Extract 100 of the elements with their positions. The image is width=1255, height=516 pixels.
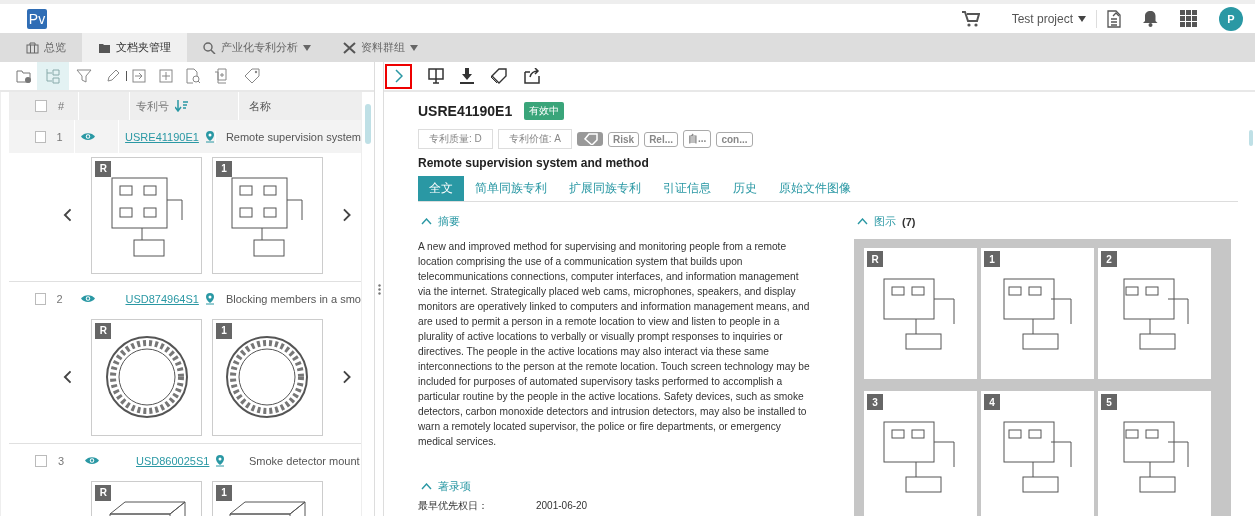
pen-icon[interactable] <box>105 68 121 84</box>
row-number: 1 <box>55 130 64 143</box>
share-icon[interactable] <box>524 68 541 84</box>
folder-icon[interactable] <box>98 41 111 54</box>
figure-card[interactable]: 1 <box>981 248 1094 379</box>
patent-number-link[interactable]: USD874964S1 <box>125 292 199 305</box>
row-number: 2 <box>55 292 64 305</box>
figure-card[interactable]: 2 <box>1098 248 1211 379</box>
chevron-right-icon[interactable] <box>342 370 351 384</box>
chevron-right-icon[interactable] <box>342 208 351 222</box>
patent-number-link[interactable]: USD860025S1 <box>136 454 210 467</box>
briefcase-icon[interactable] <box>26 41 39 54</box>
scrollbar-thumb[interactable] <box>1249 130 1253 146</box>
nav-tab[interactable]: 产业化专利分析 <box>187 33 327 62</box>
location-pin-icon[interactable] <box>204 292 215 305</box>
move-into-icon[interactable] <box>132 69 146 83</box>
tag-chip[interactable]: 自... <box>683 130 712 148</box>
location-pin-icon[interactable] <box>215 454 226 467</box>
document-compare-icon[interactable] <box>214 68 230 84</box>
nav-tab[interactable]: 总览 <box>10 33 82 62</box>
cart-icon[interactable] <box>961 10 980 27</box>
select-all-checkbox[interactable] <box>35 100 47 112</box>
patent-number-link[interactable]: USRE41190E1 <box>125 130 199 143</box>
caret-down-icon[interactable] <box>303 44 311 51</box>
thumbnail-card[interactable]: 1 <box>212 156 323 274</box>
filter-icon[interactable] <box>76 68 92 84</box>
search-icon[interactable] <box>203 41 216 54</box>
tag-chip[interactable]: con... <box>716 131 753 147</box>
row-checkbox[interactable] <box>35 454 47 467</box>
nav-tab[interactable]: 资料群组 <box>327 33 434 62</box>
eye-icon[interactable] <box>85 456 99 465</box>
detail-tab[interactable]: 全文 <box>418 176 464 201</box>
abstract-text: A new and improved method for supervising and monitoring people from a remote location comprising the use of a communication system that builds upon telecommunications connections, computer interfaces, and information management via the internet. Strategically placed web cams, microphones, speakers, and display monitors are operatively linked to computers and information management means, and are used to permit a person in a remote location to view and listen to people in a plurality of active locations to verbally or visually prompt responses to inquiries or directives. The people in the active locations may also interact via these same interconnections to the person at the remote location. Touch screen technology may be included for purposes of automated supervisory tasks performed to accomplish a particular routine by the people in the active locations. Safety devices, such as smoke detectors, carbon monoxide detectors and intrusion detectors, may also be installed to warn a remotely located supervisor, the police or fire departments, or emergency medical services. <box>418 240 810 449</box>
figure-card[interactable]: 3 <box>864 391 977 516</box>
tag-icon[interactable] <box>490 68 508 84</box>
detail-tab[interactable]: 原始文件图像 <box>768 176 862 201</box>
cross-icon[interactable] <box>343 41 356 54</box>
thumbnail-card[interactable]: R <box>91 318 202 436</box>
figure-card[interactable]: R <box>864 248 977 379</box>
detail-tab[interactable]: 历史 <box>722 176 768 201</box>
section-header[interactable]: 摘要 <box>421 214 460 229</box>
detail-tab[interactable]: 引证信息 <box>652 176 722 201</box>
image-badge: 1 <box>216 322 232 339</box>
patent-title: Remote supervision system and method <box>418 156 650 170</box>
document-export-icon[interactable] <box>1107 9 1121 28</box>
field-value: 2001-06-20 <box>536 500 588 512</box>
image-badge: R <box>95 322 112 339</box>
thumbnail-card[interactable]: R <box>91 156 202 274</box>
figure-card[interactable]: 5 <box>1098 391 1211 516</box>
thumbnail-card[interactable]: 1 <box>212 318 323 436</box>
image-badge: 1 <box>984 251 1000 267</box>
detail-tab[interactable]: 扩展同族专利 <box>558 176 652 201</box>
thumbnail-card[interactable]: R <box>91 480 202 516</box>
tag-chip[interactable]: Rel... <box>644 131 679 147</box>
drag-handle-icon[interactable] <box>377 283 381 295</box>
row-number: 3 <box>57 454 66 467</box>
detail-tab[interactable]: 简单同族专利 <box>464 176 558 201</box>
caret-down-icon[interactable] <box>410 44 418 51</box>
figure-count: (7) <box>902 215 916 228</box>
chevron-up-icon[interactable] <box>421 483 432 490</box>
sort-icon[interactable] <box>175 100 188 112</box>
row-checkbox[interactable] <box>35 292 46 305</box>
eye-icon[interactable] <box>80 294 95 303</box>
nav-tab[interactable]: 文档夹管理 <box>82 33 187 62</box>
tag-chip[interactable]: Risk <box>608 131 640 147</box>
patent-row[interactable]: 2 USD874964S1 Blocking members in a smo <box>9 282 361 315</box>
image-badge: 1 <box>216 160 232 177</box>
chevron-up-icon[interactable] <box>421 218 432 225</box>
section-header[interactable]: 著录项 <box>421 479 471 494</box>
scrollbar-thumb[interactable] <box>365 104 371 144</box>
thumbnail-card[interactable]: 1 <box>212 480 323 516</box>
section-header[interactable]: 图示 <box>857 214 896 229</box>
tag-chip[interactable] <box>577 132 603 146</box>
document-search-icon[interactable] <box>186 68 201 84</box>
image-badge: 1 <box>216 484 232 501</box>
eye-icon[interactable] <box>80 132 95 141</box>
folder-info-icon[interactable] <box>16 69 32 83</box>
figure-card[interactable]: 4 <box>981 391 1094 516</box>
status-badge: 有效中 <box>524 102 565 120</box>
app-logo[interactable]: Pv <box>27 8 47 29</box>
add-icon[interactable] <box>159 69 173 83</box>
column-header[interactable]: 专利号 <box>136 98 169 114</box>
monitor-icon[interactable] <box>428 68 444 84</box>
image-badge: R <box>95 484 112 501</box>
caret-down-icon[interactable] <box>1078 15 1086 22</box>
field-label: 最早优先权日： <box>418 500 489 512</box>
user-avatar[interactable]: P <box>1219 6 1243 31</box>
row-checkbox[interactable] <box>35 130 46 143</box>
image-badge: 5 <box>1101 394 1117 410</box>
bell-icon[interactable] <box>1143 10 1158 27</box>
download-icon[interactable] <box>460 68 474 84</box>
chevron-left-icon[interactable] <box>63 370 72 384</box>
patent-row[interactable]: 1 USRE41190E1 Remote supervision system <box>9 120 361 153</box>
patent-row[interactable]: 3 USD860025S1 Smoke detector mount <box>9 444 361 477</box>
chevron-left-icon[interactable] <box>63 208 72 222</box>
location-pin-icon[interactable] <box>204 130 215 143</box>
project-dropdown[interactable]: Test project <box>1011 11 1086 26</box>
expand-panel-button[interactable] <box>385 63 412 89</box>
apps-grid-icon[interactable] <box>1180 10 1197 27</box>
chevron-up-icon[interactable] <box>857 218 868 225</box>
